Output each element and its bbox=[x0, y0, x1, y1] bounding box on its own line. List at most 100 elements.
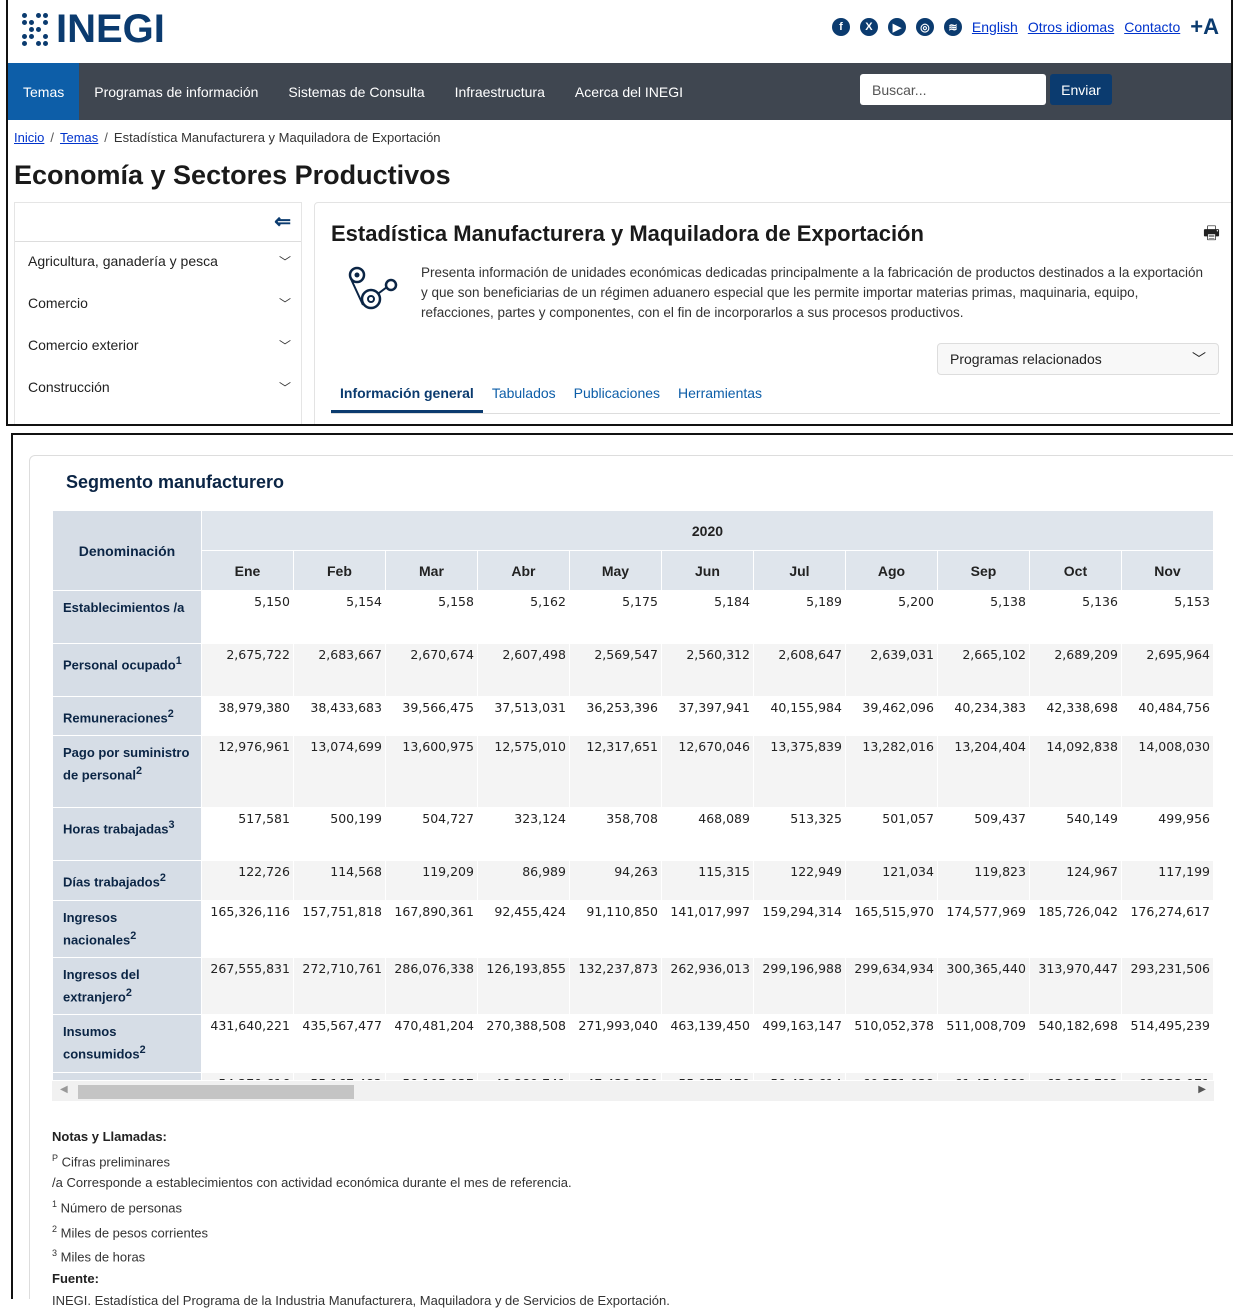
table-cell: 42,338,698 bbox=[1028, 695, 1122, 737]
table-cell: 176,274,617 bbox=[1120, 899, 1214, 958]
table-horizontal-scrollbar[interactable]: ◀ ▶ bbox=[52, 1081, 1214, 1101]
table-cell: 39,566,475 bbox=[384, 695, 478, 737]
table-cell: 517,581 bbox=[200, 807, 294, 862]
nav-item-acerca[interactable]: Acerca del INEGI bbox=[560, 63, 698, 120]
sidebar-collapse-icon[interactable]: ⇐ bbox=[274, 209, 291, 234]
program-tabs: Información general Tabulados Publicacio… bbox=[331, 379, 1220, 414]
scroll-right-arrow-icon[interactable]: ▶ bbox=[1198, 1084, 1206, 1095]
table-cell: 5,136 bbox=[1028, 590, 1122, 644]
tab-informacion-general[interactable]: Información general bbox=[331, 379, 483, 413]
breadcrumb: Inicio / Temas / Estadística Manufacturera y… bbox=[14, 130, 441, 145]
segment-table-scroll[interactable]: Denominación 2020 Ene Feb Mar Abr May Jun Jul A… bbox=[52, 510, 1214, 1080]
table-row: Personal ocupado1 2,675,722 2,683,667 2,670… bbox=[52, 643, 1214, 697]
table-cell: 39,462,096 bbox=[844, 695, 938, 737]
table-cell: 272,710,761 bbox=[292, 956, 386, 1016]
program-card: Estadística Manufacturera y Maquiladora … bbox=[314, 202, 1231, 424]
row-header: Pago por suministro de personal2 bbox=[52, 735, 202, 809]
row-header: Servicios2 bbox=[52, 1071, 202, 1080]
segment-table: Denominación 2020 Ene Feb Mar Abr May Jun Jul A… bbox=[52, 510, 1214, 1080]
table-row: Servicios254,270,61655,167,48259,105,027… bbox=[52, 1071, 1214, 1080]
table-cell: 122,726 bbox=[200, 860, 294, 901]
table-cell: 115,315 bbox=[660, 860, 754, 901]
nav-item-infraestructura[interactable]: Infraestructura bbox=[440, 63, 560, 120]
nav-item-programas[interactable]: Programas de información bbox=[79, 63, 273, 120]
scrollbar-thumb[interactable] bbox=[78, 1085, 354, 1099]
english-link[interactable]: English bbox=[972, 19, 1018, 35]
site-header: INEGI f X ▶ ◎ ≋ English Otros idiomas Co… bbox=[8, 0, 1231, 63]
breadcrumb-temas[interactable]: Temas bbox=[60, 130, 98, 145]
table-cell: 499,163,147 bbox=[752, 1014, 846, 1073]
table-cell: 60,551,038 bbox=[844, 1071, 938, 1080]
table-cell: 5,189 bbox=[752, 590, 846, 644]
font-size-increase-button[interactable]: +A bbox=[1190, 14, 1219, 40]
tab-tabulados[interactable]: Tabulados bbox=[483, 379, 565, 413]
month-header: Jun bbox=[660, 550, 754, 591]
related-programs-dropdown[interactable]: Programas relacionados ﹀ bbox=[937, 343, 1219, 375]
sidebar-item-comercio-exterior[interactable]: Comercio exterior ﹀ bbox=[28, 333, 291, 357]
table-cell: 61,454,989 bbox=[936, 1071, 1030, 1080]
chevron-down-icon: ﹀ bbox=[278, 254, 291, 269]
header-utility-bar: f X ▶ ◎ ≋ English Otros idiomas Contacto… bbox=[831, 14, 1219, 40]
sidebar-item-comercio[interactable]: Comercio ﹀ bbox=[28, 291, 291, 315]
table-cell: 5,150 bbox=[200, 590, 294, 644]
main-nav: Temas Programas de información Sistemas … bbox=[8, 63, 1231, 120]
table-cell: 511,008,709 bbox=[936, 1014, 1030, 1073]
table-cell: 13,204,404 bbox=[936, 735, 1030, 809]
table-cell: 126,193,855 bbox=[476, 956, 570, 1016]
table-cell: 293,231,506 bbox=[1120, 956, 1214, 1016]
chevron-down-icon: ﹀ bbox=[278, 380, 291, 395]
table-cell: 267,555,831 bbox=[200, 956, 294, 1016]
table-cell: 5,154 bbox=[292, 590, 386, 644]
search-submit-button[interactable]: Enviar bbox=[1050, 74, 1112, 105]
youtube-icon[interactable]: ▶ bbox=[887, 18, 906, 36]
table-cell: 2,607,498 bbox=[476, 643, 570, 697]
table-cell: 13,375,839 bbox=[752, 735, 846, 809]
table-cell: 40,155,984 bbox=[752, 695, 846, 737]
table-cell: 12,976,961 bbox=[200, 735, 294, 809]
row-header: Horas trabajadas3 bbox=[52, 807, 202, 862]
table-cell: 37,513,031 bbox=[476, 695, 570, 737]
search-input[interactable]: Buscar... bbox=[860, 74, 1046, 105]
month-header: Ene bbox=[200, 550, 294, 591]
rss-icon[interactable]: ≋ bbox=[943, 18, 962, 36]
table-cell: 323,124 bbox=[476, 807, 570, 862]
contact-link[interactable]: Contacto bbox=[1124, 19, 1180, 35]
scroll-left-arrow-icon[interactable]: ◀ bbox=[60, 1084, 68, 1095]
table-row: Días trabajados2 122,726 114,568 119,209 86,… bbox=[52, 860, 1214, 901]
tab-herramientas[interactable]: Herramientas bbox=[669, 379, 771, 413]
table-cell: 14,092,838 bbox=[1028, 735, 1122, 809]
print-icon[interactable]: 🖶 bbox=[1203, 221, 1220, 251]
table-cell: 13,282,016 bbox=[844, 735, 938, 809]
table-cell: 174,577,969 bbox=[936, 899, 1030, 958]
program-title: Estadística Manufacturera y Maquiladora … bbox=[331, 221, 924, 246]
sidebar-item-agricultura[interactable]: Agricultura, ganadería y pesca ﹀ bbox=[28, 249, 291, 273]
table-cell: 2,569,547 bbox=[568, 643, 662, 697]
table-cell: 47,438,850 bbox=[568, 1071, 662, 1080]
instagram-icon[interactable]: ◎ bbox=[915, 18, 934, 36]
row-header: Remuneraciones2 bbox=[52, 695, 202, 737]
table-cell: 91,110,850 bbox=[568, 899, 662, 958]
other-languages-link[interactable]: Otros idiomas bbox=[1028, 19, 1114, 35]
nav-item-sistemas[interactable]: Sistemas de Consulta bbox=[273, 63, 439, 120]
sidebar-item-construccion[interactable]: Construcción ﹀ bbox=[28, 375, 291, 399]
nav-item-temas[interactable]: Temas bbox=[8, 63, 80, 120]
table-cell: 2,608,647 bbox=[752, 643, 846, 697]
facebook-icon[interactable]: f bbox=[831, 18, 850, 36]
x-icon[interactable]: X bbox=[859, 18, 878, 36]
table-cell: 468,089 bbox=[660, 807, 754, 862]
table-cell: 12,317,651 bbox=[568, 735, 662, 809]
table-row: Establecimientos /a 5,150 5,154 5,158 5,162 5… bbox=[52, 590, 1214, 644]
month-header: May bbox=[568, 550, 662, 591]
table-cell: 59,105,027 bbox=[384, 1071, 478, 1080]
inegi-logo[interactable]: INEGI bbox=[22, 8, 165, 50]
table-row: Horas trabajadas3 517,581 500,199 504,727 32… bbox=[52, 807, 1214, 862]
row-header: Insumos consumidos2 bbox=[52, 1014, 202, 1073]
month-header: Mar bbox=[384, 550, 478, 591]
table-cell: 55,877,479 bbox=[660, 1071, 754, 1080]
table-cell: 124,967 bbox=[1028, 860, 1122, 901]
chevron-down-icon: ﹀ bbox=[278, 296, 291, 311]
breadcrumb-inicio[interactable]: Inicio bbox=[14, 130, 44, 145]
table-cell: 286,076,338 bbox=[384, 956, 478, 1016]
tab-publicaciones[interactable]: Publicaciones bbox=[565, 379, 669, 413]
table-corner-header: Denominación bbox=[52, 510, 202, 591]
